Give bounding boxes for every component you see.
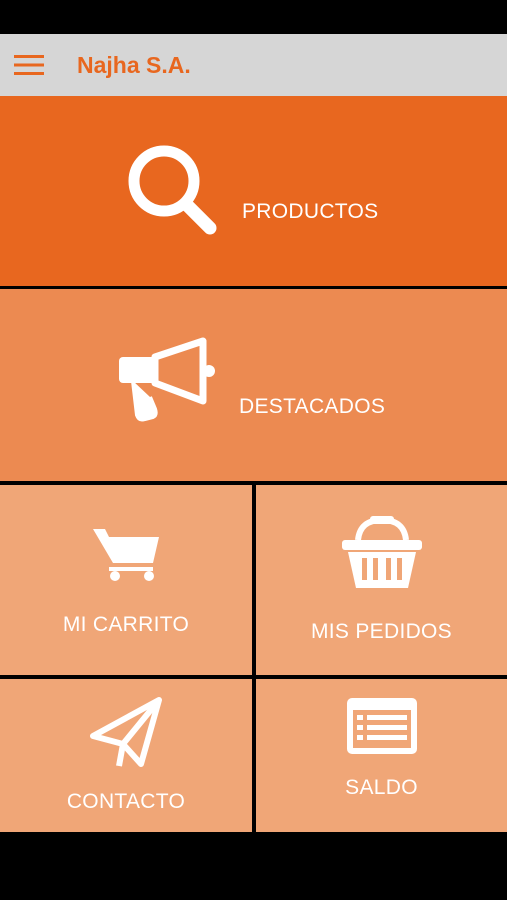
paper-plane-icon (90, 697, 162, 767)
basket-icon (341, 516, 422, 588)
tile-contacto[interactable]: CONTACTO (0, 679, 252, 832)
tile-destacados[interactable]: DESTACADOS (0, 289, 507, 481)
menu-button[interactable] (0, 34, 58, 96)
tile-destacados-label: DESTACADOS (239, 395, 386, 418)
app-bar: Najha S.A. (0, 34, 507, 96)
status-bar (0, 0, 507, 34)
tile-mis-pedidos-label: MIS PEDIDOS (311, 620, 452, 643)
tile-saldo-label: SALDO (345, 776, 418, 799)
tile-mi-carrito[interactable]: MI CARRITO (0, 485, 252, 675)
tile-saldo[interactable]: SALDO (256, 679, 507, 832)
tile-productos[interactable]: PRODUCTOS (0, 96, 507, 286)
navigation-bar (0, 832, 507, 900)
megaphone-icon (119, 337, 215, 422)
tile-mi-carrito-label: MI CARRITO (62, 613, 190, 636)
tile-mis-pedidos[interactable]: MIS PEDIDOS (256, 485, 507, 675)
tile-productos-label: PRODUCTOS (242, 200, 379, 223)
app-title: Najha S.A. (77, 51, 191, 78)
list-card-icon (346, 698, 417, 754)
shopping-cart-icon (93, 529, 159, 581)
hamburger-menu-icon (14, 55, 44, 75)
search-icon (128, 145, 217, 235)
tile-contacto-label: CONTACTO (66, 790, 186, 813)
